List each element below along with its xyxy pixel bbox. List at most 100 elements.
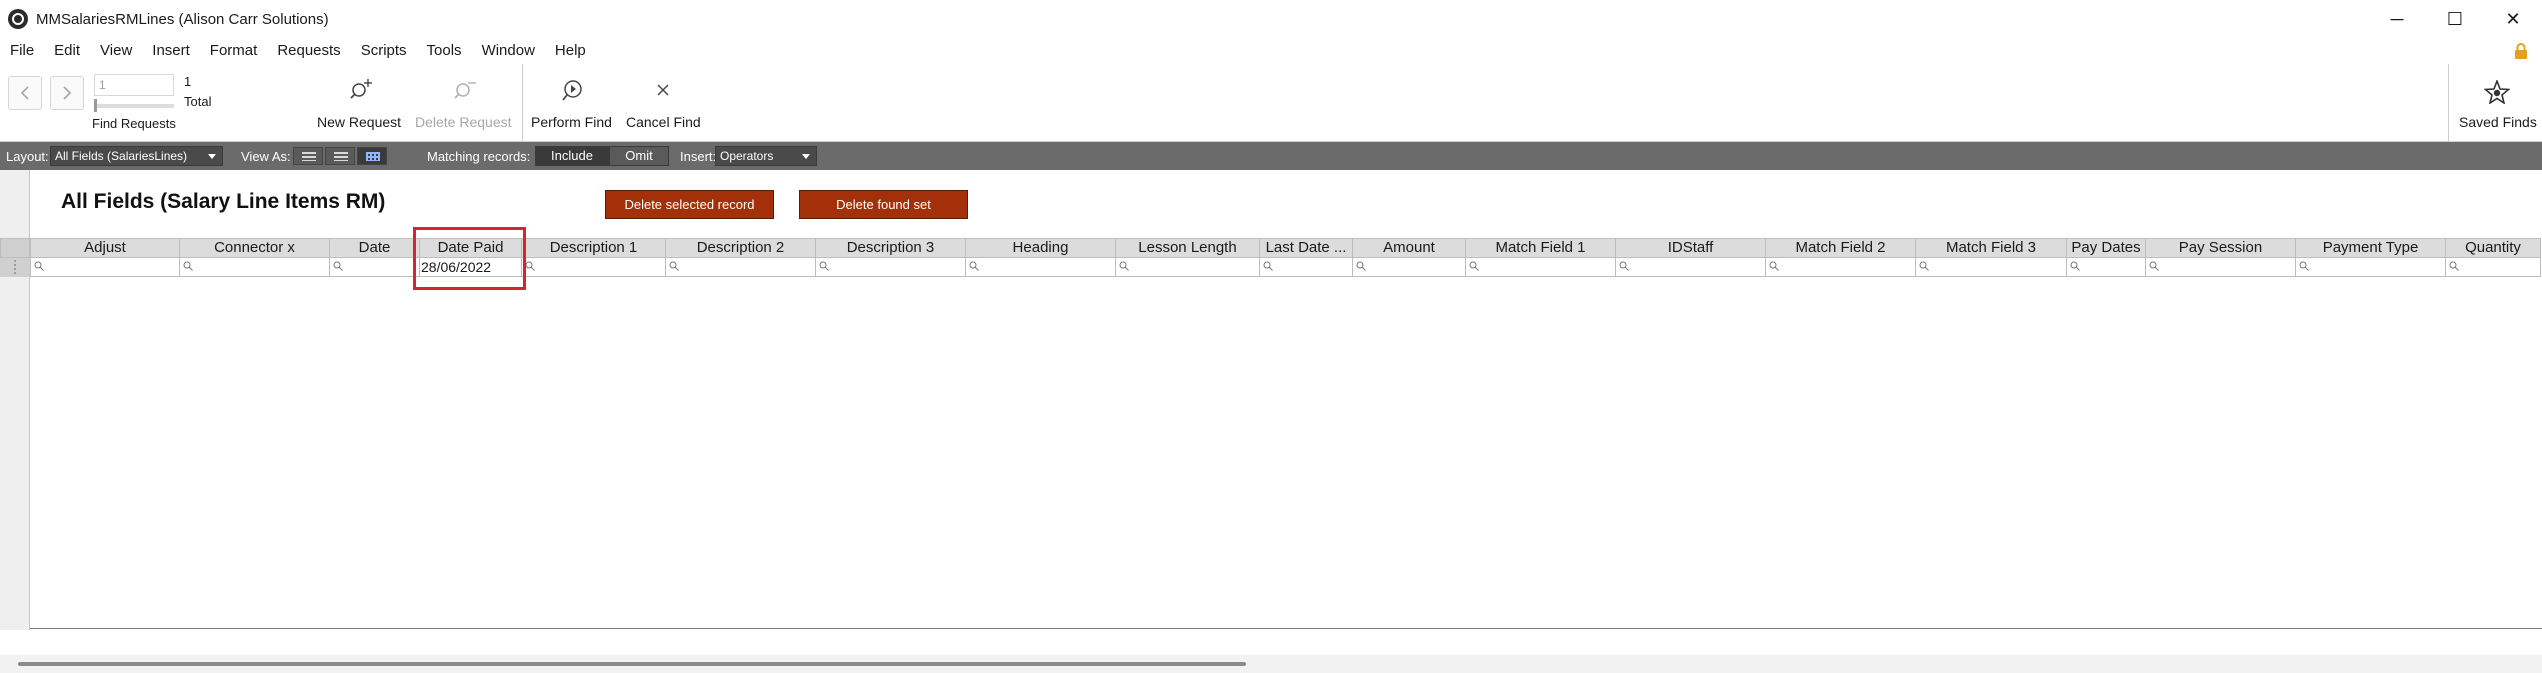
perform-find-label: Perform Find <box>531 114 612 130</box>
find-magnifier-icon <box>1356 261 1366 271</box>
column-header-match-field-2[interactable]: Match Field 2 <box>1766 238 1916 258</box>
field-payment-type[interactable] <box>2296 258 2446 277</box>
field-pay-session[interactable] <box>2146 258 2296 277</box>
find-magnifier-icon <box>333 261 343 271</box>
next-record-button[interactable] <box>50 76 84 110</box>
menu-scripts[interactable]: Scripts <box>351 38 417 64</box>
field-connector-x[interactable] <box>180 258 330 277</box>
layout-select-value: All Fields (SalariesLines) <box>55 149 188 163</box>
column-header-lesson-length[interactable]: Lesson Length <box>1116 238 1260 258</box>
find-magnifier-icon <box>2299 261 2309 271</box>
cancel-find-label: Cancel Find <box>626 114 701 130</box>
body-part-boundary <box>30 628 2542 629</box>
menu-tools[interactable]: Tools <box>417 38 472 64</box>
total-label: Total <box>184 94 212 109</box>
minimize-button[interactable]: ─ <box>2368 0 2426 38</box>
menu-requests[interactable]: Requests <box>267 38 350 64</box>
close-button[interactable]: ✕ <box>2484 0 2542 38</box>
column-header-quantity[interactable]: Quantity <box>2446 238 2541 258</box>
column-header-last-date[interactable]: Last Date ... <box>1260 238 1353 258</box>
matching-records-label: Matching records: <box>427 149 531 164</box>
column-header-amount[interactable]: Amount <box>1353 238 1466 258</box>
omit-button[interactable]: Omit <box>609 146 669 166</box>
view-as-table-button[interactable] <box>357 147 387 165</box>
column-header-description-1[interactable]: Description 1 <box>522 238 666 258</box>
scrollbar-thumb[interactable] <box>18 662 1246 666</box>
field-last-date[interactable] <box>1260 258 1353 277</box>
column-header-description-3[interactable]: Description 3 <box>816 238 966 258</box>
column-header-payment-type[interactable]: Payment Type <box>2296 238 2446 258</box>
field-match-field-3[interactable] <box>1916 258 2067 277</box>
menu-file[interactable]: File <box>0 38 44 64</box>
field-description-2[interactable] <box>666 258 816 277</box>
menu-window[interactable]: Window <box>472 38 545 64</box>
field-adjust[interactable] <box>30 258 180 277</box>
menu-insert[interactable]: Insert <box>142 38 200 64</box>
operators-select-value: Operators <box>720 149 774 163</box>
column-header-heading[interactable]: Heading <box>966 238 1116 258</box>
find-magnifier-icon <box>34 261 44 271</box>
new-request-label: New Request <box>317 114 402 130</box>
menu-format[interactable]: Format <box>200 38 268 64</box>
view-as-list-button[interactable] <box>325 147 355 165</box>
field-match-field-2[interactable] <box>1766 258 1916 277</box>
record-row-marker[interactable] <box>0 258 30 277</box>
find-requests-label: Find Requests <box>92 116 176 131</box>
field-amount[interactable] <box>1353 258 1466 277</box>
header-gutter <box>0 238 30 258</box>
menu-edit[interactable]: Edit <box>44 38 90 64</box>
previous-record-button[interactable] <box>8 76 42 110</box>
find-magnifier-icon <box>2149 261 2159 271</box>
toolbar-divider <box>522 64 523 142</box>
include-button[interactable]: Include <box>535 146 609 166</box>
field-quantity[interactable] <box>2446 258 2541 277</box>
delete-selected-record-button[interactable]: Delete selected record <box>605 190 774 219</box>
find-magnifier-icon <box>183 261 193 271</box>
title-bar: MMSalariesRMLines (Alison Carr Solutions… <box>0 0 2542 38</box>
page-title: All Fields (Salary Line Items RM) <box>61 190 386 213</box>
form-view-icon <box>302 152 316 161</box>
column-header-date[interactable]: Date <box>330 238 420 258</box>
field-lesson-length[interactable] <box>1116 258 1260 277</box>
column-header-description-2[interactable]: Description 2 <box>666 238 816 258</box>
field-date[interactable] <box>330 258 420 277</box>
layout-select[interactable]: All Fields (SalariesLines) <box>50 146 223 166</box>
cancel-x-icon <box>657 84 669 96</box>
menu-help[interactable]: Help <box>545 38 596 64</box>
horizontal-scrollbar[interactable] <box>0 655 2542 673</box>
record-slider[interactable] <box>94 104 174 108</box>
find-magnifier-icon <box>669 261 679 271</box>
view-as-form-button[interactable] <box>293 147 323 165</box>
find-magnifier-icon <box>969 261 979 271</box>
field-description-3[interactable] <box>816 258 966 277</box>
perform-find-icon <box>562 80 582 101</box>
highlight-annotation <box>413 227 526 290</box>
find-magnifier-icon <box>1119 261 1129 271</box>
column-header-adjust[interactable]: Adjust <box>30 238 180 258</box>
delete-found-set-button[interactable]: Delete found set <box>799 190 968 219</box>
column-header-idstaff[interactable]: IDStaff <box>1616 238 1766 258</box>
column-header-pay-session[interactable]: Pay Session <box>2146 238 2296 258</box>
record-slider-handle[interactable] <box>94 99 97 112</box>
maximize-button[interactable]: ☐ <box>2426 0 2484 38</box>
lock-icon <box>2515 43 2527 59</box>
toolbar-divider-right <box>2448 64 2449 142</box>
find-magnifier-icon <box>1769 261 1779 271</box>
field-pay-dates[interactable] <box>2067 258 2146 277</box>
column-header-match-field-1[interactable]: Match Field 1 <box>1466 238 1616 258</box>
field-description-1[interactable] <box>522 258 666 277</box>
column-header-pay-dates[interactable]: Pay Dates <box>2067 238 2146 258</box>
menu-view[interactable]: View <box>90 38 142 64</box>
find-magnifier-icon <box>2449 261 2459 271</box>
find-magnifier-icon <box>1619 261 1629 271</box>
field-heading[interactable] <box>966 258 1116 277</box>
column-header-connector-x[interactable]: Connector x <box>180 238 330 258</box>
layout-bar: Layout: All Fields (SalariesLines) View … <box>0 142 2542 170</box>
record-number-input[interactable]: 1 <box>94 74 174 96</box>
column-header-match-field-3[interactable]: Match Field 3 <box>1916 238 2067 258</box>
app-icon <box>8 9 28 29</box>
field-idstaff[interactable] <box>1616 258 1766 277</box>
field-match-field-1[interactable] <box>1466 258 1616 277</box>
magnifier-plus-icon <box>350 79 372 99</box>
operators-select[interactable]: Operators <box>715 146 817 166</box>
